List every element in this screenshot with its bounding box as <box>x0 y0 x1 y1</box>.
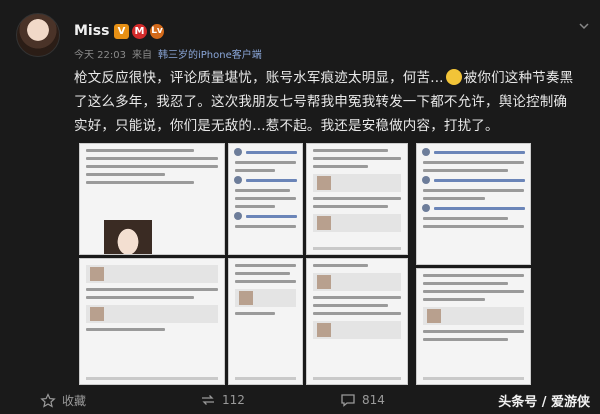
post-source[interactable]: 韩三岁的iPhone客户端 <box>158 50 262 61</box>
comment-icon <box>341 394 355 407</box>
favorite-label: 收藏 <box>62 394 87 408</box>
comment-button[interactable]: 814 <box>340 392 385 408</box>
grid-image-8[interactable] <box>416 268 531 385</box>
member-badge: M <box>132 24 147 39</box>
repost-button[interactable]: 112 <box>200 392 245 408</box>
comment-count: 814 <box>362 393 385 407</box>
star-icon <box>40 392 56 408</box>
grid-image-6[interactable] <box>228 258 303 385</box>
avatar[interactable] <box>16 13 60 57</box>
repost-count: 112 <box>222 393 245 407</box>
grid-image-2[interactable] <box>228 143 303 255</box>
post-text-part1: 枪文反应很快，评论质量堪忧，账号水军痕迹太明显，何苦... <box>74 70 444 86</box>
level-badge: Lv <box>150 24 164 39</box>
laughing-crying-emoji-icon <box>445 69 462 85</box>
post-time: 今天 22:03 <box>74 50 126 61</box>
repost-icon <box>202 395 214 405</box>
person-photo <box>104 220 152 254</box>
grid-image-1[interactable] <box>79 143 225 255</box>
watermark: 头条号 / 爱游侠 <box>498 395 590 410</box>
grid-image-7[interactable] <box>306 258 408 385</box>
grid-image-3[interactable] <box>306 143 408 255</box>
chevron-down-icon[interactable] <box>578 20 590 32</box>
grid-image-4[interactable] <box>416 143 531 265</box>
username[interactable]: Miss <box>74 23 109 39</box>
post-text: 枪文反应很快，评论质量堪忧，账号水军痕迹太明显，何苦... 被你们这种节奏黑了这么… <box>74 66 580 138</box>
source-prefix: 来自 <box>132 50 152 61</box>
grid-image-5[interactable] <box>79 258 225 385</box>
image-grid <box>79 143 531 385</box>
post-meta: 今天 22:03 来自 韩三岁的iPhone客户端 <box>74 46 268 61</box>
verified-badge: V <box>114 24 129 39</box>
favorite-button[interactable]: 收藏 <box>40 392 86 409</box>
